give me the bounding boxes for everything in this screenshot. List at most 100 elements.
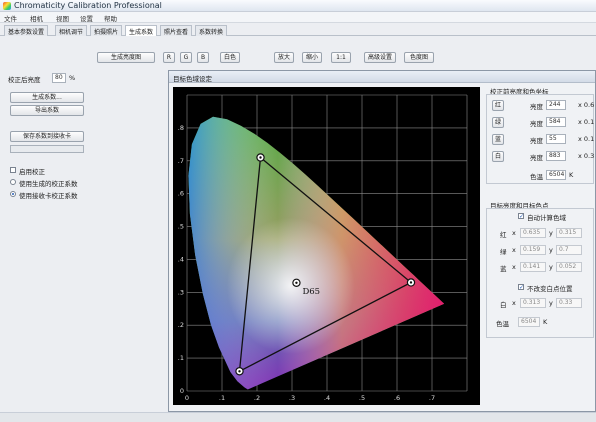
- menu-camera[interactable]: 相机: [30, 13, 43, 23]
- target-white-y[interactable]: 0.33: [556, 298, 582, 308]
- y-tick-label: .6: [178, 190, 184, 198]
- dialog-title: 目标色域设定: [173, 75, 212, 83]
- status-bar: [0, 412, 596, 422]
- target-red-y[interactable]: 0.315: [556, 228, 582, 238]
- white-measure-button[interactable]: 白: [492, 151, 504, 162]
- one-to-one-button[interactable]: 1:1: [331, 52, 351, 63]
- save-to-card-button[interactable]: 保存系数到接收卡: [10, 131, 84, 142]
- tab-camera-adjust[interactable]: 相机调节: [55, 25, 88, 36]
- blue-brightness-label: 亮度: [530, 137, 543, 145]
- blue-x-value: x 0.1: [578, 135, 595, 143]
- target-green-y-prefix: y: [549, 246, 553, 254]
- target-green-label: 绿: [500, 248, 507, 256]
- target-blue-y[interactable]: 0.052: [556, 262, 582, 272]
- enable-calibration-label: 启用校正: [19, 168, 45, 176]
- radio-card-label: 使用接收卡校正系数: [19, 192, 78, 200]
- target-white-x-prefix: x: [512, 299, 516, 307]
- target-blue-x-prefix: x: [512, 263, 516, 271]
- window-titlebar: Chromaticity Calibration Professional: [0, 0, 596, 12]
- spectral-locus: [188, 116, 445, 390]
- chromaticity-plot[interactable]: 0 .1 .2 .3 .4 .5 .6 .7 0 .1 .2 .3 .4 .5 .6 .7 .8 D65: [173, 87, 480, 405]
- menu-bar: 文件 相机 视图 设置 帮助: [0, 12, 596, 23]
- b-button[interactable]: B: [197, 52, 209, 63]
- y-tick-label: .5: [178, 223, 184, 231]
- target-ct-label: 色温: [496, 320, 509, 328]
- gamut-vertex-dot: [259, 156, 262, 159]
- red-measure-button[interactable]: 红: [492, 100, 504, 111]
- white-button[interactable]: 白色: [220, 52, 240, 63]
- tab-generate-coeff[interactable]: 生成系数: [125, 25, 158, 36]
- x-tick-label: .1: [219, 394, 225, 402]
- window-title: Chromaticity Calibration Professional: [14, 1, 162, 10]
- x-tick-label: .4: [324, 394, 330, 402]
- target-red-y-prefix: y: [549, 229, 553, 237]
- generate-button[interactable]: 生成亮度图: [97, 52, 155, 63]
- radio-card-coeff[interactable]: [10, 191, 16, 197]
- advanced-settings-button[interactable]: 高级设置: [364, 52, 396, 63]
- cie-diagram: 0 .1 .2 .3 .4 .5 .6 .7 0 .1 .2 .3 .4 .5 .6 .7 .8 D65: [178, 94, 468, 402]
- green-x-value: x 0.1: [578, 118, 595, 126]
- white-x-value: x 0.3: [578, 152, 595, 160]
- y-tick-label: .1: [178, 354, 184, 362]
- x-tick-label: .5: [359, 394, 365, 402]
- tab-photo-view[interactable]: 照片查看: [160, 25, 193, 36]
- green-measure-button[interactable]: 绿: [492, 117, 504, 128]
- zoom-out-button[interactable]: 缩小: [302, 52, 322, 63]
- r-button[interactable]: R: [163, 52, 175, 63]
- chroma-image-button[interactable]: 色度图: [404, 52, 434, 63]
- target-white-x[interactable]: 0.313: [520, 298, 546, 308]
- menu-file[interactable]: 文件: [4, 13, 17, 23]
- target-ct-value[interactable]: 6504: [518, 317, 540, 327]
- g-button[interactable]: G: [180, 52, 192, 63]
- x-tick-label: .2: [254, 394, 260, 402]
- y-tick-label: .4: [178, 255, 184, 263]
- white-brightness-value: 883: [546, 151, 566, 161]
- tab-capture[interactable]: 拍摄照片: [90, 25, 123, 36]
- green-brightness-value: 584: [546, 117, 566, 127]
- target-red-x[interactable]: 0.635: [520, 228, 546, 238]
- target-blue-y-prefix: y: [549, 263, 553, 271]
- target-green-y[interactable]: 0.7: [556, 245, 582, 255]
- blue-brightness-value: 55: [546, 134, 566, 144]
- red-x-value: x 0.6: [578, 101, 595, 109]
- y-tick-label: .2: [178, 321, 184, 329]
- white-point-label: D65: [302, 287, 320, 297]
- target-blue-x[interactable]: 0.141: [520, 262, 546, 272]
- locus-fill-white: [188, 116, 445, 390]
- ct-value: 6504: [546, 170, 566, 180]
- radio-generated-coeff[interactable]: [10, 179, 16, 185]
- tab-coeff-convert[interactable]: 系数转换: [195, 25, 228, 36]
- menu-help[interactable]: 帮助: [104, 13, 117, 23]
- radio-generated-label: 使用生成的校正系数: [19, 180, 78, 188]
- y-tick-label: .8: [178, 124, 184, 132]
- gamut-vertex-dot: [238, 370, 241, 373]
- target-brightness-input[interactable]: 80: [52, 73, 66, 83]
- zoom-in-button[interactable]: 放大: [274, 52, 294, 63]
- target-ct-unit: K: [543, 318, 548, 326]
- gamut-vertex-dot: [409, 281, 413, 284]
- blue-measure-button[interactable]: 蓝: [492, 134, 504, 145]
- progress-bar: [10, 145, 84, 153]
- red-brightness-label: 亮度: [530, 103, 543, 111]
- tab-basic-params[interactable]: 基本参数设置: [4, 25, 49, 36]
- red-brightness-value: 244: [546, 100, 566, 110]
- green-brightness-label: 亮度: [530, 120, 543, 128]
- keep-white-checkbox[interactable]: ✓: [518, 284, 524, 291]
- target-green-x[interactable]: 0.159: [520, 245, 546, 255]
- app-icon: [3, 2, 11, 10]
- auto-calc-checkbox[interactable]: ✓: [518, 213, 524, 220]
- export-coeff-button[interactable]: 导出系数: [10, 105, 84, 116]
- target-green-x-prefix: x: [512, 246, 516, 254]
- enable-calibration-checkbox[interactable]: [10, 167, 16, 173]
- generate-coeff-button[interactable]: 生成系数...: [10, 92, 84, 103]
- auto-calc-label: 自动计算色域: [527, 214, 566, 222]
- ct-label: 色温: [530, 173, 543, 181]
- x-tick-label: 0: [185, 394, 189, 402]
- menu-settings[interactable]: 设置: [80, 13, 93, 23]
- target-white-label: 白: [500, 301, 507, 309]
- white-point-dot: [295, 281, 298, 284]
- target-white-y-prefix: y: [549, 299, 553, 307]
- target-brightness-label: 校正后亮度: [8, 76, 41, 84]
- menu-view[interactable]: 视图: [56, 13, 69, 23]
- dialog-titlebar: 目标色域设定: [169, 71, 595, 83]
